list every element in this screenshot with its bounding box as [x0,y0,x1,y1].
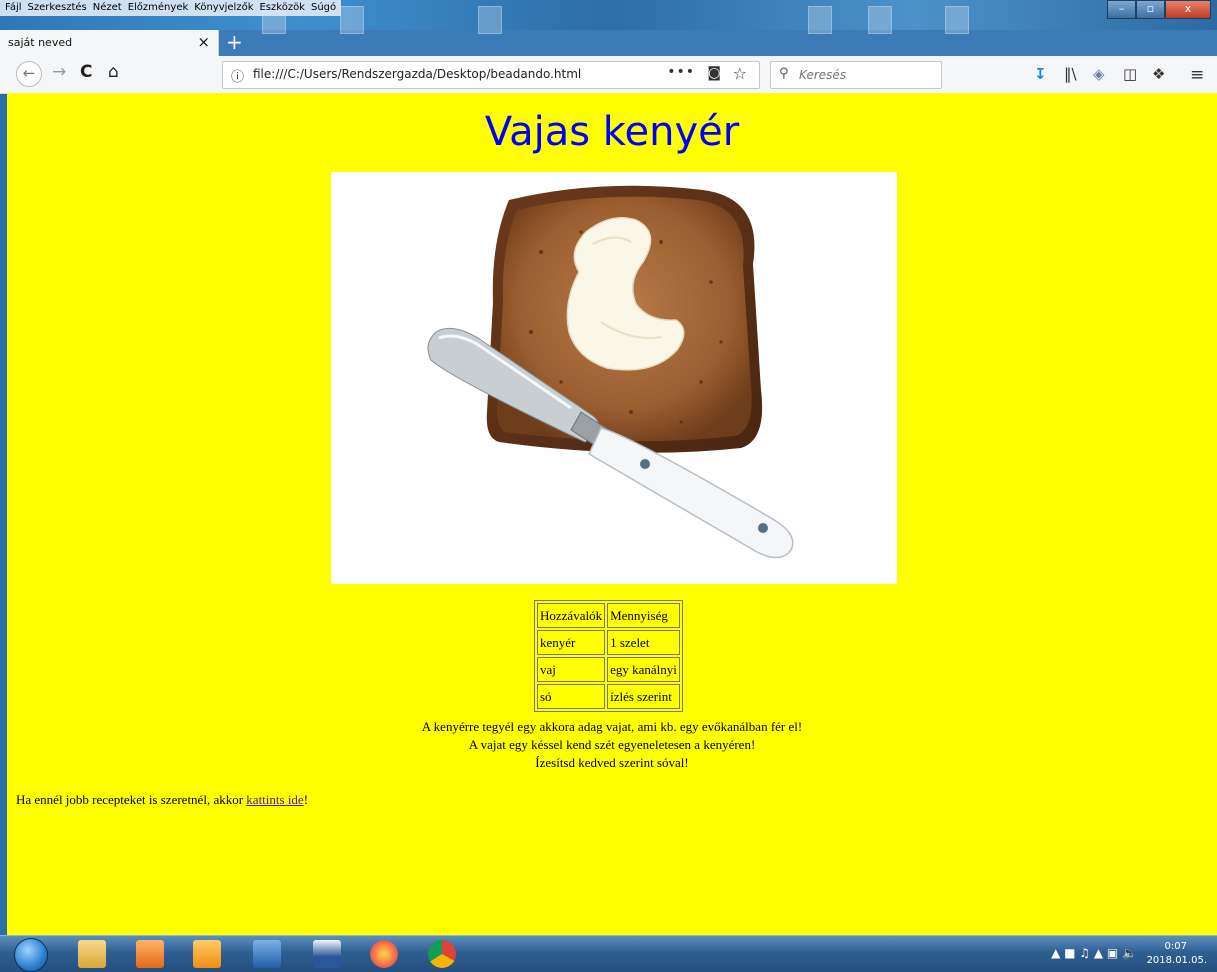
menu-edit[interactable]: Szerkesztés [25,0,90,16]
clock-date[interactable]: 2018.01.05. [1147,955,1207,966]
back-button[interactable]: ← [16,61,42,87]
menu-bar: Fájl Szerkesztés Nézet Előzmények Könyvj… [0,0,342,16]
clock-time[interactable]: 0:07 [1165,941,1187,952]
downloads-icon[interactable]: ↧ [1034,65,1047,83]
minimize-button[interactable]: – [1107,0,1136,19]
table-cell: só [537,684,606,709]
pocket-icon[interactable]: ◙ [707,65,721,81]
instruction-line: A kenyérre tegyél egy akkora adag vajat,… [421,719,803,734]
tray-icons[interactable]: ▲ ■ ♫ ▲ ▣ 🔈 [1051,946,1137,960]
table-cell: kenyér [537,630,606,655]
bookmark-star-icon[interactable]: ☆ [733,64,747,83]
chrome-icon[interactable] [428,940,456,968]
instructions: A kenyérre tegyél egy akkora adag vajat,… [7,718,1217,772]
table-cell: egy kanálnyi [607,657,680,682]
table-cell: 1 szelet [607,630,680,655]
more-recipes-link[interactable]: kattints ide [246,792,303,807]
table-row: vaj egy kanálnyi [537,657,680,682]
menu-history[interactable]: Előzmények [125,0,192,16]
maximize-button[interactable]: ▫ [1136,0,1165,19]
table-row: kenyér 1 szelet [537,630,680,655]
instruction-line: Ízesítsd kedved szerint sóval! [535,755,689,770]
menu-help[interactable]: Súgó [308,0,339,16]
firefox-icon[interactable] [370,940,398,968]
tab-title: saját neved [8,36,73,49]
toast-illustration [427,185,794,559]
start-button[interactable] [14,938,48,972]
taskbar: ▲ ■ ♫ ▲ ▣ 🔈 0:07 2018.01.05. [0,935,1217,972]
footer-text: Ha ennél jobb recepteket is szeretnél, a… [16,792,247,807]
table-header-row: Hozzávalók Mennyiség [537,603,680,628]
title-bar: Fájl Szerkesztés Nézet Előzmények Könyvj… [0,0,1217,34]
ingredients-table: Hozzávalók Mennyiség kenyér 1 szelet vaj… [534,600,683,712]
site-info-icon[interactable]: ⓘ [231,66,244,85]
search-bar[interactable]: ⚲ [770,61,942,89]
table-row: só ízlés szerint [537,684,680,709]
table-header-cell: Mennyiség [607,603,680,628]
page-content: Vajas kenyér Hozzávalók Mennyiség kenyér… [7,93,1217,935]
footer-text-end: ! [303,792,309,807]
browser-chrome: Fájl Szerkesztés Nézet Előzmények Könyvj… [0,0,1217,94]
url-bar[interactable]: ⓘ file:///C:/Users/Rendszergazda/Desktop… [222,61,760,89]
home-button[interactable]: ⌂ [108,62,119,82]
menu-view[interactable]: Nézet [90,0,125,16]
table-cell: vaj [537,657,606,682]
media-player-icon[interactable] [136,940,164,968]
screenshot-icon[interactable]: ❖ [1152,65,1165,83]
outlook-icon[interactable] [193,940,221,968]
search-icon: ⚲ [779,66,789,81]
forward-button[interactable]: → [52,62,66,82]
close-tab-icon[interactable]: × [197,33,210,51]
new-tab-button[interactable]: + [226,30,243,54]
page-title: Vajas kenyér [484,109,740,155]
navigation-bar: ← → C ⌂ ⓘ file:///C:/Users/Rendszergazda… [0,56,1217,94]
extension-icon[interactable]: ◈ [1093,65,1105,83]
instruction-line: A vajat egy késsel kend szét egyeneletes… [468,737,756,752]
menu-tools[interactable]: Eszközök [256,0,308,16]
close-window-button[interactable]: x [1165,0,1211,19]
menu-file[interactable]: Fájl [2,0,25,16]
more-recipes-text: Ha ennél jobb recepteket is szeretnél, a… [16,792,308,808]
sidebar-icon[interactable]: ◫ [1123,65,1137,83]
buttered-toast-image [331,172,897,584]
table-header-cell: Hozzávalók [537,603,606,628]
reload-button[interactable]: C [80,62,92,82]
window-controls: – ▫ x [1107,0,1211,19]
tab-strip: saját neved × + [0,30,1217,56]
search-input[interactable] [797,63,931,87]
page-actions-icon[interactable]: ••• [667,64,695,80]
table-cell: ízlés szerint [607,684,680,709]
explorer-icon[interactable] [78,940,106,968]
menu-bookmarks[interactable]: Könyvjelzők [191,0,256,16]
library-icon[interactable]: ‖\ [1064,65,1077,83]
menu-icon[interactable]: ≡ [1190,65,1204,85]
url-text[interactable]: file:///C:/Users/Rendszergazda/Desktop/b… [253,67,581,81]
tab-active[interactable]: saját neved × [0,30,219,56]
word-icon[interactable] [313,940,341,968]
save-icon[interactable] [253,940,281,968]
